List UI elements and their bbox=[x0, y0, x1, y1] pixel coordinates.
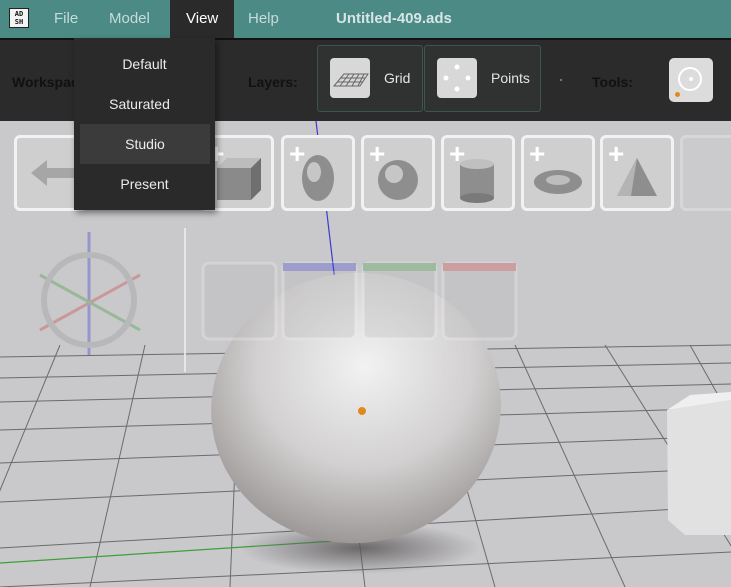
layer-grid-button[interactable]: Grid bbox=[317, 45, 423, 112]
plus-icon: + bbox=[449, 138, 466, 169]
cube-object bbox=[667, 400, 731, 535]
document-title: Untitled-409.ads bbox=[336, 10, 452, 27]
add-shape-button-faint[interactable] bbox=[680, 135, 731, 211]
view-menu-item-default[interactable]: Default bbox=[74, 44, 215, 84]
plus-icon: + bbox=[529, 138, 546, 169]
view-menu-item-saturated[interactable]: Saturated bbox=[74, 84, 215, 124]
plus-icon: + bbox=[369, 138, 386, 169]
layer-points-label: Points bbox=[491, 70, 530, 86]
tool-select-button[interactable] bbox=[669, 58, 713, 102]
menu-model[interactable]: Model bbox=[95, 0, 164, 38]
plus-icon: + bbox=[608, 138, 625, 169]
add-cone-button[interactable]: + bbox=[600, 135, 674, 211]
tool-indicator-dot bbox=[675, 92, 680, 97]
points-icon bbox=[437, 58, 477, 98]
plus-icon: + bbox=[289, 138, 306, 169]
menu-help[interactable]: Help bbox=[234, 0, 293, 38]
menubar: AD SH File Model View Help Untitled-409.… bbox=[0, 0, 731, 38]
add-cylinder-button[interactable]: + bbox=[441, 135, 515, 211]
tool-center-dot bbox=[689, 77, 693, 81]
layer-grid-label: Grid bbox=[384, 70, 411, 86]
grid-icon bbox=[330, 58, 370, 98]
add-egg-button[interactable]: + bbox=[281, 135, 355, 211]
view-menu-item-present[interactable]: Present bbox=[74, 164, 215, 204]
add-sphere-button[interactable]: + bbox=[361, 135, 435, 211]
layers-label: Layers: bbox=[248, 74, 298, 90]
tools-label: Tools: bbox=[592, 74, 633, 90]
layer-points-button[interactable]: Points bbox=[424, 45, 541, 112]
view-menu-dropdown: Default Saturated Studio Present bbox=[74, 38, 215, 210]
add-torus-button[interactable]: + bbox=[521, 135, 595, 211]
separator-dot bbox=[560, 79, 562, 81]
menu-view[interactable]: View bbox=[170, 0, 235, 38]
menu-file[interactable]: File bbox=[40, 0, 92, 38]
sphere-pivot-point bbox=[358, 407, 366, 415]
view-menu-item-studio[interactable]: Studio bbox=[80, 124, 210, 164]
app-logo-icon[interactable]: AD SH bbox=[9, 8, 29, 28]
